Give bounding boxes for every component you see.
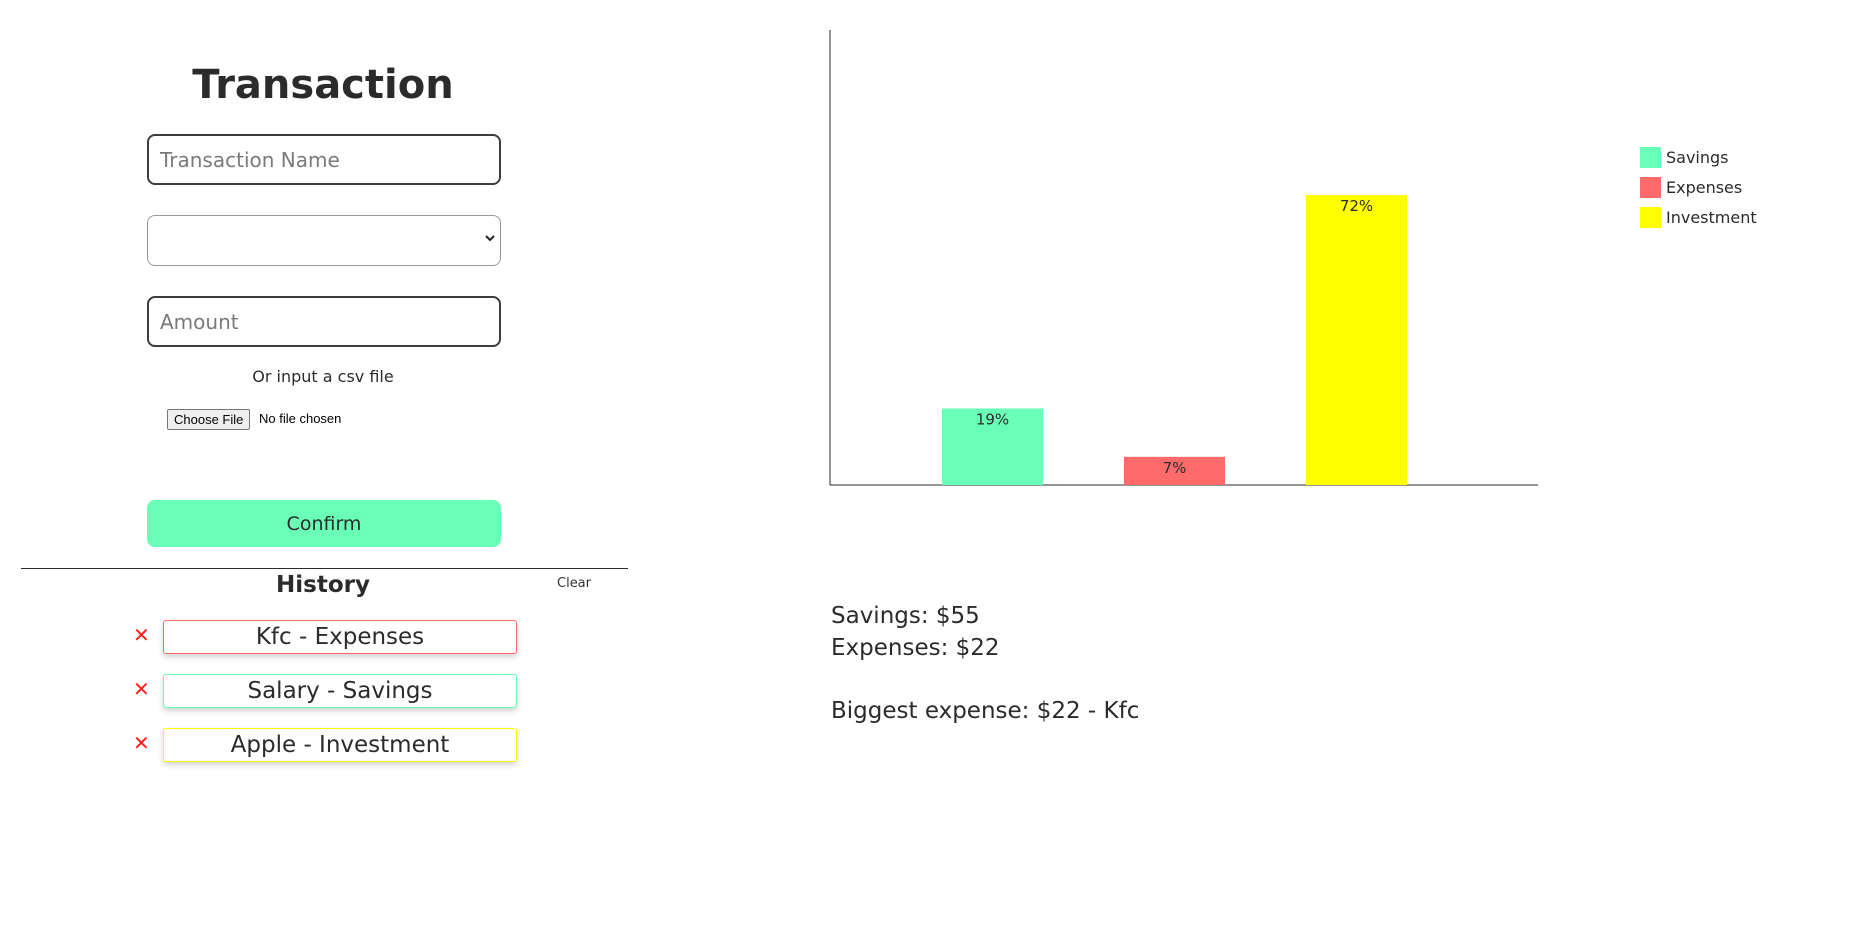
bar-data-label: 7% — [1163, 459, 1187, 477]
history-title: History — [276, 572, 370, 598]
expenses-total: Expenses: $22 — [831, 635, 1000, 661]
bar-investment — [1306, 195, 1407, 485]
delete-icon[interactable]: ✕ — [133, 677, 150, 701]
summary: Savings: $55 Expenses: $22 Biggest expen… — [831, 600, 1139, 727]
legend-swatch-savings — [1640, 146, 1661, 168]
bar-chart: 19% 7% 72% — [829, 30, 1538, 486]
legend-label: Investment — [1666, 207, 1757, 227]
legend-item: Savings — [1640, 142, 1757, 172]
category-select[interactable] — [147, 215, 501, 266]
history-card: Apple - Investment — [163, 728, 517, 762]
legend-label: Expenses — [1666, 177, 1743, 197]
bar-data-label: 72% — [1340, 197, 1373, 215]
transaction-name-input[interactable] — [147, 134, 501, 185]
amount-input[interactable] — [147, 296, 501, 347]
chevron-down-icon — [484, 232, 496, 248]
file-status: No file chosen — [259, 411, 342, 426]
legend-swatch-investment — [1640, 206, 1661, 228]
history-card: Kfc - Expenses — [163, 620, 517, 654]
delete-icon[interactable]: ✕ — [133, 731, 150, 755]
chart-legend: Savings Expenses Investment — [1640, 142, 1757, 232]
choose-file-button[interactable]: Choose File — [167, 409, 251, 430]
confirm-button[interactable]: Confirm — [147, 500, 501, 547]
page-title: Transaction — [192, 62, 454, 108]
legend-label: Savings — [1666, 147, 1729, 167]
delete-icon[interactable]: ✕ — [133, 623, 150, 647]
csv-label: Or input a csv file — [252, 367, 394, 386]
bar-data-label: 19% — [976, 410, 1009, 428]
legend-swatch-expenses — [1640, 176, 1661, 198]
savings-total: Savings: $55 — [831, 603, 980, 629]
legend-item: Expenses — [1640, 172, 1757, 202]
history-card: Salary - Savings — [163, 674, 517, 708]
clear-history-button[interactable]: Clear — [557, 576, 591, 591]
legend-item: Investment — [1640, 202, 1757, 232]
biggest-expense: Biggest expense: $22 - Kfc — [831, 698, 1140, 724]
divider — [21, 568, 628, 569]
